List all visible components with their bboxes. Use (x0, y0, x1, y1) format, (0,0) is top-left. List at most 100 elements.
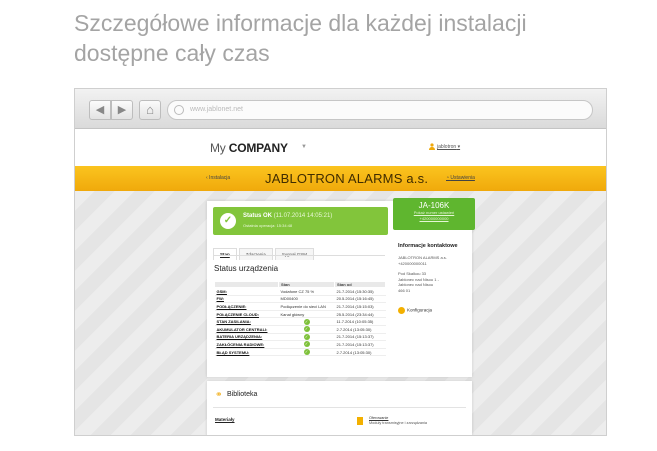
chevron-down-icon[interactable]: ▼ (301, 144, 307, 150)
website: My COMPANY ▼ jablotron ▾ ‹ Instalacja JA… (75, 129, 606, 435)
logo-company: COMPANY (228, 141, 288, 155)
breadcrumb[interactable]: ‹ Instalacja (206, 175, 230, 181)
tab-divider (213, 255, 385, 256)
forward-arrow-icon[interactable]: ▶ (111, 100, 133, 120)
settings-label: Ustawienia (450, 175, 475, 181)
row-value: MD00400 (278, 295, 335, 304)
row-value: Kanał główny (278, 310, 335, 319)
row-since: 21.7.2014 (15:30:35) (334, 287, 386, 296)
row-since: 2.7.2014 (13:05:30) (334, 325, 386, 334)
row-value: ✓ (278, 333, 335, 342)
status-ok-icon: ✓ (303, 341, 310, 348)
brand-title: JABLOTRON ALARMS a.s. (265, 171, 429, 186)
installation-panel: ✓ Status OK (11.07.2014 14:05:21) Ostatn… (207, 198, 475, 377)
row-label[interactable]: POŁĄCZENIE CLOUD: (214, 310, 279, 319)
section-title: Status urządzenia (214, 264, 279, 273)
status-title: Status OK (11.07.2014 14:05:21) (243, 213, 332, 219)
row-label[interactable]: STAN ZASILANIA: (214, 317, 279, 326)
device-link-2[interactable]: +420000000000 (393, 216, 475, 222)
library-divider (213, 407, 466, 408)
user-icon (429, 143, 435, 150)
row-label[interactable]: ZAKŁÓCENIA RADIOWE: (214, 340, 279, 349)
address-text: www.jablonet.net (190, 106, 243, 113)
globe-icon (174, 105, 184, 115)
headline: Szczegółowe informacje dla każdej instal… (74, 8, 634, 68)
status-ok-icon: ✓ (303, 349, 310, 356)
settings-link[interactable]: ◔ Ustawienia (446, 175, 475, 181)
tab-zdarzenia[interactable]: Zdarzenia (238, 248, 273, 260)
contact-phone: +420000000011 (398, 260, 427, 266)
table-row: GSM: Vodafone CZ 75 % 21.7.2014 (15:30:35) (214, 287, 386, 296)
link-icon: ⚭ (215, 389, 223, 399)
contact-company: JABLOTRON ALARMS a.s. +420000000011 (398, 255, 468, 266)
gear-icon (398, 307, 405, 314)
row-value: ✓ (278, 325, 335, 334)
checkmark-icon: ✓ (220, 213, 236, 229)
device-model: JA-106K (418, 201, 450, 210)
address-bar[interactable]: www.jablonet.net (167, 100, 593, 120)
status-ok-icon: ✓ (303, 326, 310, 333)
row-label[interactable]: AKUMULATOR CENTRALI: (214, 325, 279, 334)
table-row: PODŁĄCZENIE: Podłączenie do sieci LAN 21.7… (214, 302, 386, 311)
table-row: ZAKŁÓCENIA RADIOWE: ✓ 21.7.2014 (15:13:37) (214, 340, 386, 349)
row-label[interactable]: PODŁĄCZENIE: (214, 302, 279, 311)
row-since: 11.7.2014 (10:05:35) (334, 317, 386, 326)
browser-toolbar: ◀ ▶ ⌂ www.jablonet.net (75, 89, 606, 129)
status-banner: ✓ Status OK (11.07.2014 14:05:21) Ostatn… (213, 207, 388, 235)
row-since: 25.5.2014 (23:34:44) (334, 310, 386, 319)
row-value: ✓ (278, 348, 335, 357)
status-table: Stan Stan od GSM: Vodafone CZ 75 % 21.7.20… (214, 281, 386, 357)
library-offer-subtitle: Moduły transmisyjne i zarządzania (369, 421, 428, 425)
user-name: jablotron (437, 144, 457, 150)
row-since: 21.7.2014 (15:15:03) (334, 302, 386, 311)
contact-address: Pod Skalkou 33 Jablonec nad Nisou 1 - Ja… (398, 271, 468, 293)
status-table-body: GSM: Vodafone CZ 75 % 21.7.2014 (15:30:35)… (214, 287, 386, 357)
row-value: Podłączenie do sieci LAN (278, 302, 335, 311)
status-ok-icon: ✓ (303, 333, 310, 340)
back-arrow-icon[interactable]: ◀ (89, 100, 111, 120)
library-offer-title: Oferowanie (369, 416, 389, 420)
row-label[interactable]: BATERIA URZĄDZENIA: (214, 333, 279, 342)
status-subtitle: Ostatnia operacja: 15:34:48 (243, 223, 293, 228)
table-row: FW: MD00400 20.5.2014 (15:16:45) (214, 295, 386, 304)
headline-line-1: Szczegółowe informacje dla każdej instal… (74, 10, 527, 36)
configuration-link[interactable]: Konfiguracja (398, 307, 468, 314)
contact-info: Informacje kontaktowe JABLOTRON ALARMS a… (398, 243, 468, 314)
row-since: 21.7.2014 (15:13:37) (334, 340, 386, 349)
contact-zip: 466 01 (398, 287, 411, 293)
tab-bar: Stan Zdarzenia Sygnał GSM (213, 243, 316, 260)
row-value: Vodafone CZ 75 % (278, 287, 335, 296)
table-row: STAN ZASILANIA: ✓ 11.7.2014 (10:05:35) (214, 317, 386, 326)
user-menu[interactable]: jablotron ▾ (437, 144, 460, 150)
row-since: 21.7.2014 (15:13:37) (334, 333, 386, 342)
configuration-label: Konfiguracja (407, 307, 433, 313)
settings-icon: ◔ (446, 175, 450, 181)
tab-sygnal-gsm[interactable]: Sygnał GSM (274, 248, 315, 260)
row-since: 20.5.2014 (15:16:45) (334, 295, 386, 304)
site-topbar: My COMPANY ▼ jablotron ▾ (75, 129, 606, 166)
table-row: BATERIA URZĄDZENIA: ✓ 21.7.2014 (15:13:37) (214, 333, 386, 342)
brand-bar: ‹ Instalacja JABLOTRON ALARMS a.s. ◔ Ust… (75, 166, 606, 191)
browser-window: ◀ ▶ ⌂ www.jablonet.net My COMPANY ▼ jabl… (74, 88, 607, 436)
row-since: 2.7.2014 (13:05:30) (334, 348, 386, 357)
library-materials-link[interactable]: Materiały (215, 417, 235, 422)
headline-line-2: dostępne cały czas (74, 40, 270, 66)
document-icon (357, 417, 363, 425)
row-value: ✓ (278, 340, 335, 349)
library-title: Biblioteka (227, 391, 258, 398)
tab-stan[interactable]: Stan (213, 248, 237, 260)
row-label[interactable]: BŁĄD SYSTEMU: (214, 348, 279, 357)
table-row: POŁĄCZENIE CLOUD: Kanał główny 25.5.2014 (… (214, 310, 386, 319)
home-icon[interactable]: ⌂ (139, 100, 161, 120)
status-time: (11.07.2014 14:05:21) (273, 213, 333, 219)
company-logo[interactable]: My COMPANY (210, 141, 288, 155)
table-row: AKUMULATOR CENTRALI: ✓ 2.7.2014 (13:05:30) (214, 325, 386, 334)
row-label[interactable]: FW: (214, 295, 279, 304)
row-label[interactable]: GSM: (214, 287, 279, 296)
library-panel: ⚭ Biblioteka Materiały Oferowanie Moduły… (207, 381, 472, 435)
row-value: ✓ (278, 317, 335, 326)
status-title-text: Status OK (243, 213, 273, 219)
device-badge: JA-106K Pokaż numer ustawień +4200000000… (393, 198, 475, 230)
library-offer[interactable]: Oferowanie Moduły transmisyjne i zarządz… (369, 416, 427, 426)
table-row: BŁĄD SYSTEMU: ✓ 2.7.2014 (13:05:30) (214, 348, 386, 357)
